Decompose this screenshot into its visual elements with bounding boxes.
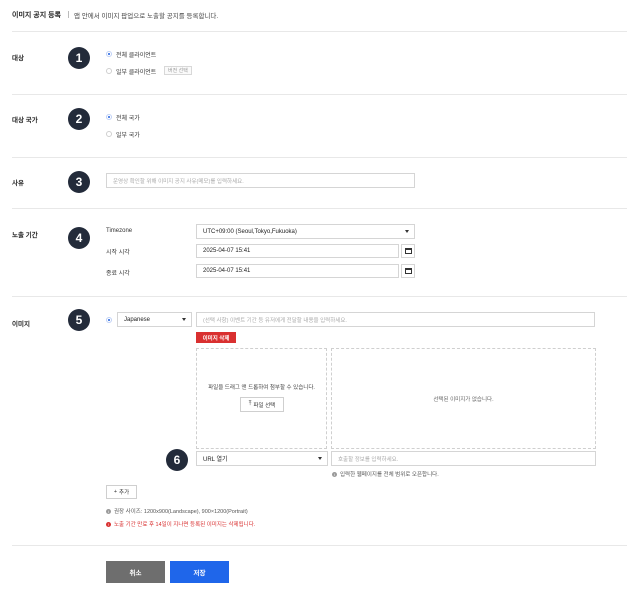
info-icon: i	[332, 471, 337, 477]
reason-input[interactable]: 운영상 확인할 위해 이미지 공지 사유(메모)를 입력하세요.	[106, 173, 415, 188]
start-time-input[interactable]: 2025-04-07 15:41	[196, 244, 399, 258]
calendar-icon	[404, 268, 412, 274]
divider	[12, 94, 627, 95]
language-value: Japanese	[124, 316, 151, 323]
target-all-radio[interactable]	[106, 51, 112, 57]
image-section-label: 이미지	[12, 321, 30, 328]
divider	[12, 296, 627, 297]
page-description: 앱 안에서 이미지 팝업으로 노출할 공지를 등록합니다.	[74, 13, 219, 20]
size-note-text: 권장 사이즈: 1200x900(Landscape), 900×1200(Po…	[114, 509, 248, 515]
end-time-value: 2025-04-07 15:41	[203, 268, 251, 274]
save-button[interactable]: 저장	[170, 561, 229, 583]
version-select-button[interactable]: 버전 선택	[164, 66, 192, 75]
start-time-value: 2025-04-07 15:41	[203, 248, 251, 254]
timezone-select[interactable]: UTC+09:00 (Seoul,Tokyo,Fukuoka)	[196, 224, 415, 239]
divider	[12, 157, 627, 158]
divider	[12, 208, 627, 209]
plus-icon: +	[113, 489, 118, 495]
end-time-input[interactable]: 2025-04-07 15:41	[196, 264, 399, 278]
language-select[interactable]: Japanese	[117, 312, 192, 327]
chevron-down-icon	[318, 457, 322, 460]
start-calendar-button[interactable]	[401, 244, 415, 258]
file-select-button[interactable]: ⤒ 파일 선택	[240, 397, 284, 412]
warning-icon: !	[106, 521, 111, 527]
dropzone-text: 파일을 드래그 앤 드롭하여 첨부할 수 있습니다.	[208, 385, 315, 391]
step-badge-4: 4	[68, 227, 90, 249]
timezone-label: Timezone	[106, 228, 133, 234]
warning-note: ! 노출 기간 만료 후 14일이 지나면 등록된 이미지는 삭제됩니다.	[106, 520, 255, 528]
divider	[12, 31, 627, 32]
header-divider	[68, 11, 69, 18]
link-type-value: URL 열기	[203, 457, 228, 463]
target-all-label[interactable]: 전체 클라이언트	[116, 50, 156, 59]
link-note: i 입력한 웹페이지를 전체 범위로 오픈합니다.	[332, 470, 439, 478]
step-badge-1: 1	[68, 47, 90, 69]
add-button-label: 추가	[119, 490, 130, 496]
end-calendar-button[interactable]	[401, 264, 415, 278]
calendar-icon	[404, 248, 412, 254]
delete-image-button[interactable]: 이미지 삭제	[196, 332, 236, 343]
link-input[interactable]: 호출할 정보를 입력하세요.	[331, 451, 596, 466]
size-note: i 권장 사이즈: 1200x900(Landscape), 900×1200(…	[106, 507, 248, 515]
add-button[interactable]: + 추가	[106, 485, 137, 499]
country-section-label: 대상 국가	[12, 117, 38, 124]
preview-empty-text: 선택된 이미지가 없습니다.	[433, 397, 494, 403]
link-type-select[interactable]: URL 열기	[196, 451, 328, 466]
link-note-text: 입력한 웹페이지를 전체 범위로 오픈합니다.	[340, 472, 439, 478]
warning-note-text: 노출 기간 만료 후 14일이 지나면 등록된 이미지는 삭제됩니다.	[114, 522, 256, 528]
upload-icon: ⤒	[248, 401, 252, 407]
step-badge-2: 2	[68, 108, 90, 130]
end-time-label: 종료 시각	[106, 271, 130, 277]
country-partial-label[interactable]: 일부 국가	[116, 130, 140, 139]
page-title: 이미지 공지 등록	[12, 12, 61, 19]
timezone-value: UTC+09:00 (Seoul,Tokyo,Fukuoka)	[203, 228, 297, 235]
cancel-button[interactable]: 취소	[106, 561, 165, 583]
step-badge-5: 5	[68, 309, 90, 331]
info-icon: i	[106, 508, 111, 514]
reason-section-label: 사유	[12, 180, 24, 187]
language-radio[interactable]	[106, 317, 112, 323]
country-all-radio[interactable]	[106, 114, 112, 120]
country-partial-radio[interactable]	[106, 131, 112, 137]
country-all-label[interactable]: 전체 국가	[116, 113, 140, 122]
target-partial-label[interactable]: 일부 클라이언트	[116, 67, 156, 76]
divider	[12, 545, 627, 546]
target-partial-radio[interactable]	[106, 68, 112, 74]
notice-text-input[interactable]: (선택 사항) 이벤트 기간 등 유저에게 전달할 내용을 입력하세요.	[196, 312, 595, 327]
step-badge-3: 3	[68, 171, 90, 193]
step-badge-6: 6	[166, 449, 188, 471]
chevron-down-icon	[405, 230, 409, 233]
start-time-label: 시작 시각	[106, 250, 130, 256]
period-section-label: 노출 기간	[12, 232, 38, 239]
target-section-label: 대상	[12, 55, 24, 62]
chevron-down-icon	[182, 318, 186, 321]
file-select-label: 파일 선택	[253, 402, 276, 409]
